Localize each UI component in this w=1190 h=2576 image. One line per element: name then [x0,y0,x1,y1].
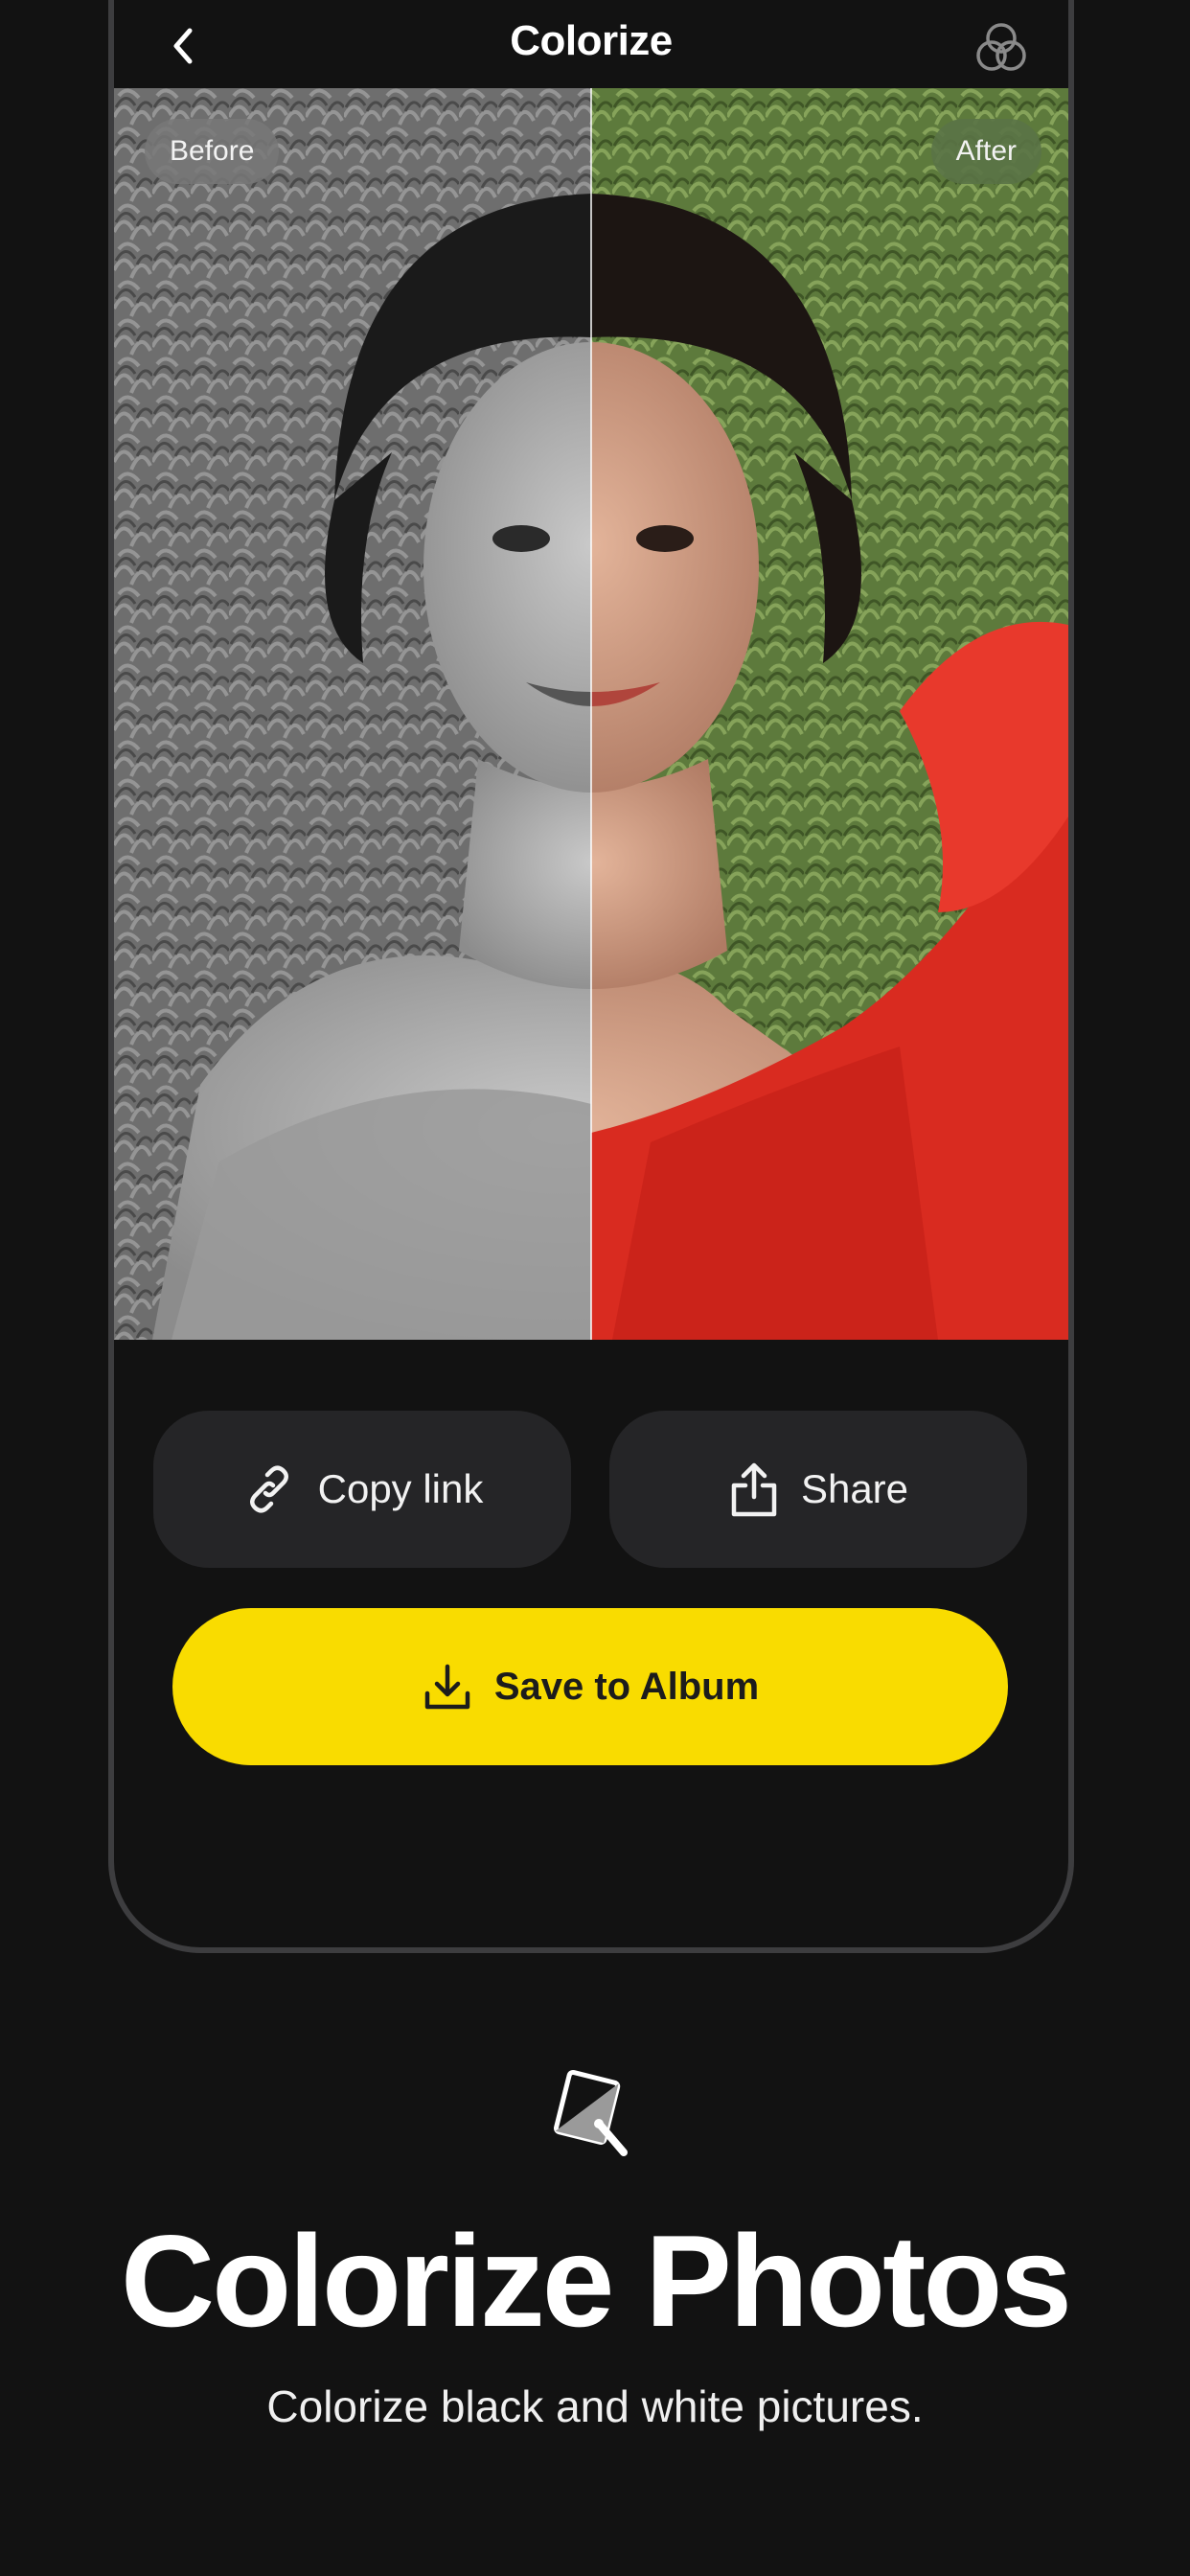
save-to-album-label: Save to Album [493,1665,760,1708]
feature-title: Colorize Photos [120,2208,1072,2354]
action-row: Copy link Share [153,1411,1027,1568]
save-to-album-button[interactable]: Save to Album [172,1608,1008,1765]
link-icon [249,1465,288,1513]
copy-link-button[interactable]: Copy link [153,1411,571,1568]
overlapping-circles-icon[interactable] [973,19,1030,77]
download-icon [424,1664,470,1710]
before-after-comparison[interactable]: Before After [114,88,1068,1340]
after-label: After [930,119,1041,184]
share-icon [731,1462,777,1517]
colorize-brush-icon [553,2069,628,2156]
copy-link-label: Copy link [317,1466,484,1511]
nav-bar: Colorize [114,0,1068,88]
feature-subtitle: Colorize black and white pictures. [266,2381,924,2431]
split-slider-handle[interactable] [590,88,592,1340]
before-label: Before [145,119,280,184]
phone-frame: Colorize Before After Copy link Share Sa… [108,0,1074,1953]
share-button[interactable]: Share [609,1411,1027,1568]
page-title: Colorize [510,17,673,64]
share-label: Share [800,1466,909,1511]
